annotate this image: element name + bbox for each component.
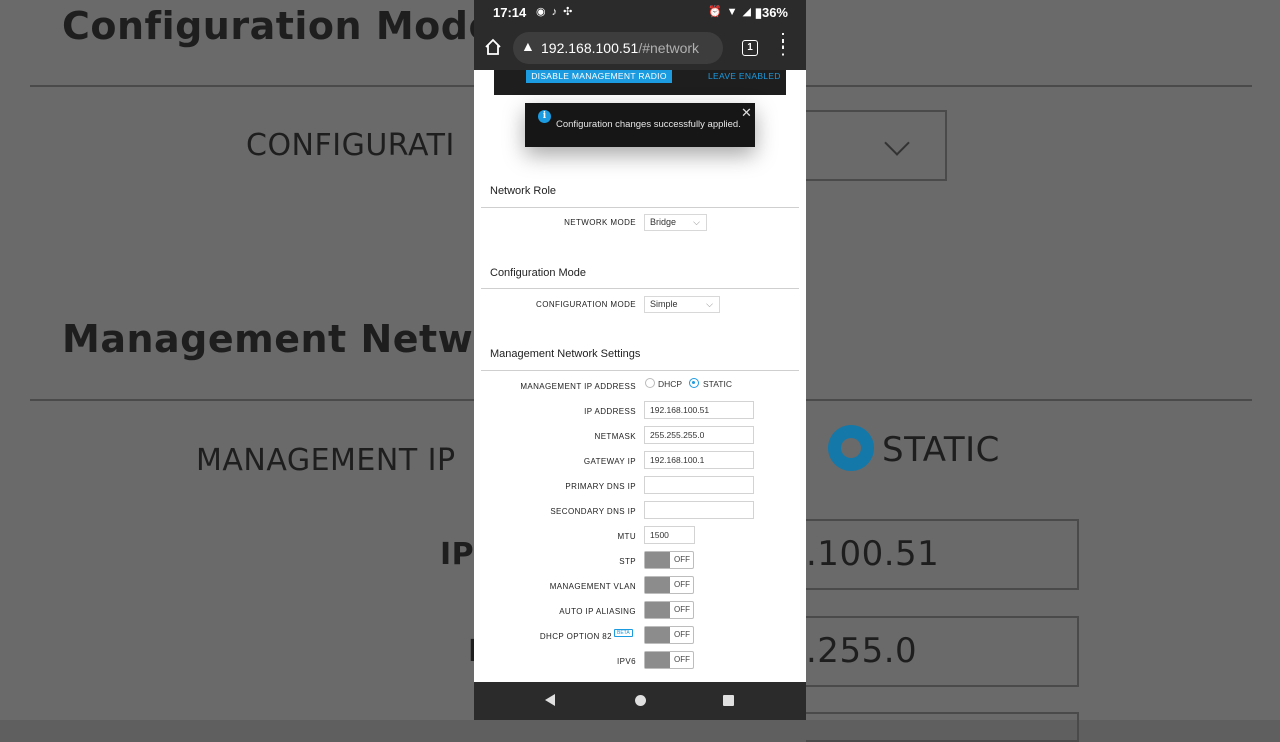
auto-ip-aliasing-toggle[interactable]: OFF: [644, 601, 694, 619]
toggle-knob: [645, 577, 670, 593]
configuration-mode-label: CONFIGURATION MODE: [536, 300, 636, 309]
divider: [481, 288, 799, 289]
dhcp-radio[interactable]: [645, 378, 655, 388]
bg-static-radio: [828, 425, 874, 471]
warning-icon[interactable]: ▲: [521, 38, 535, 54]
divider: [481, 207, 799, 208]
dhcp82-state: OFF: [674, 630, 690, 639]
close-icon[interactable]: ✕: [741, 105, 752, 121]
info-icon: i: [538, 110, 551, 123]
dhcp-label: DHCP: [658, 379, 683, 389]
bg-chevron-down-icon: [884, 130, 910, 156]
toggle-knob: [645, 552, 670, 568]
bg-ip-value: .100.51: [806, 534, 940, 574]
management-settings-title: Management Network Settings: [490, 348, 641, 360]
configuration-mode-title: Configuration Mode: [490, 267, 587, 279]
toast-message: Configuration changes successfully appli…: [556, 119, 741, 130]
stp-state: OFF: [674, 555, 690, 564]
primary-dns-label: PRIMARY DNS IP: [565, 482, 636, 491]
back-icon[interactable]: [545, 694, 555, 706]
divider: [481, 370, 799, 371]
management-ip-address-label: MANAGEMENT IP ADDRESS: [520, 382, 636, 391]
mtu-label: MTU: [617, 532, 636, 541]
netmask-label: NETMASK: [594, 432, 636, 441]
bg-divider-2b: [806, 399, 1252, 401]
network-mode-value: Bridge: [650, 217, 677, 227]
network-mode-select[interactable]: Bridge ⌵: [644, 214, 707, 231]
bg-config-mode-heading: Configuration Mode: [62, 4, 495, 48]
bg-select-box: [806, 110, 947, 181]
bg-static-label: STATIC: [882, 430, 1000, 470]
bg-divider-1: [30, 85, 474, 87]
ip-address-input[interactable]: 192.168.100.51: [644, 401, 754, 419]
ipv6-label: IPV6: [617, 657, 636, 666]
configuration-mode-value: Simple: [650, 299, 678, 309]
secondary-dns-input[interactable]: [644, 501, 754, 519]
gateway-ip-label: GATEWAY IP: [583, 457, 636, 466]
configuration-mode-select[interactable]: Simple ⌵: [644, 296, 720, 313]
network-role-title: Network Role: [490, 185, 557, 197]
status-time: 17:14: [493, 5, 527, 20]
static-radio[interactable]: [689, 378, 699, 388]
recents-icon[interactable]: [723, 695, 734, 706]
bg-mgmt-network-heading: Management Networ: [62, 317, 520, 361]
mtu-input[interactable]: 1500: [644, 526, 695, 544]
bg-divider-1b: [806, 85, 1252, 87]
auto-ip-aliasing-label: AUTO IP ALIASING: [559, 607, 636, 616]
notification-icons: ◉♪✣: [536, 6, 579, 18]
chevron-down-icon: ⌵: [693, 217, 700, 227]
beta-badge: BETA: [614, 629, 633, 637]
url-host: 192.168.100.51: [541, 40, 639, 56]
tab-switcher-button[interactable]: 1: [742, 40, 758, 56]
gateway-ip-input[interactable]: 192.168.100.1: [644, 451, 754, 469]
home-circle-icon[interactable]: [635, 695, 646, 706]
static-label: STATIC: [703, 379, 732, 389]
bg-netmask-value: .255.0: [806, 631, 918, 671]
android-nav-bar: [474, 682, 806, 720]
battery-percent: 36%: [761, 5, 788, 20]
network-mode-label: NETWORK MODE: [564, 218, 636, 227]
page-content: DISABLE MANAGEMENT RADIO LEAVE ENABLED i…: [474, 70, 806, 682]
bg-ip-label: IP: [440, 537, 475, 572]
ip-address-label: IP ADDRESS: [584, 407, 636, 416]
success-toast: i Configuration changes successfully app…: [525, 103, 755, 147]
home-icon[interactable]: [484, 38, 502, 56]
management-vlan-label: MANAGEMENT VLAN: [549, 582, 636, 591]
disable-management-radio-button[interactable]: DISABLE MANAGEMENT RADIO: [526, 70, 672, 83]
toggle-knob: [645, 627, 670, 643]
url-text[interactable]: 192.168.100.51/#network: [541, 40, 699, 56]
browser-toolbar: ▲ 192.168.100.51/#network 1 ⋮ ⋮: [474, 26, 806, 70]
bg-gateway-box: [806, 712, 1079, 742]
bg-configuration-label: CONFIGURATI: [246, 128, 455, 163]
leave-enabled-button[interactable]: LEAVE ENABLED: [708, 70, 781, 83]
radio-banner: DISABLE MANAGEMENT RADIO LEAVE ENABLED: [494, 70, 786, 95]
battery-level: ▮36%: [754, 5, 788, 20]
toggle-knob: [645, 652, 670, 668]
menu-dots-icon[interactable]: ⋮ ⋮: [774, 31, 792, 57]
ipv6-state: OFF: [674, 655, 690, 664]
dhcp-option-82-toggle[interactable]: OFF: [644, 626, 694, 644]
aliasing-state: OFF: [674, 605, 690, 614]
status-bar: 17:14 ◉♪✣ ⏰▼◢ ▮36%: [474, 0, 806, 26]
toggle-knob: [645, 602, 670, 618]
bg-mgmt-ip-label: MANAGEMENT IP: [196, 443, 456, 478]
netmask-input[interactable]: 255.255.255.0: [644, 426, 754, 444]
stp-toggle[interactable]: OFF: [644, 551, 694, 569]
chevron-down-icon: ⌵: [706, 299, 713, 309]
url-path: /#network: [638, 40, 700, 56]
management-vlan-toggle[interactable]: OFF: [644, 576, 694, 594]
primary-dns-input[interactable]: [644, 476, 754, 494]
system-icons: ⏰▼◢: [707, 6, 756, 18]
bg-divider-2: [30, 399, 474, 401]
stp-label: STP: [619, 557, 636, 566]
address-bar[interactable]: ▲ 192.168.100.51/#network: [513, 32, 723, 64]
dhcp-option-82-label: DHCP OPTION 82: [539, 632, 612, 641]
phone-screen: 17:14 ◉♪✣ ⏰▼◢ ▮36% ▲ 192.168.100.51/#net…: [474, 0, 806, 720]
vlan-state: OFF: [674, 580, 690, 589]
ipv6-toggle[interactable]: OFF: [644, 651, 694, 669]
secondary-dns-label: SECONDARY DNS IP: [550, 507, 636, 516]
